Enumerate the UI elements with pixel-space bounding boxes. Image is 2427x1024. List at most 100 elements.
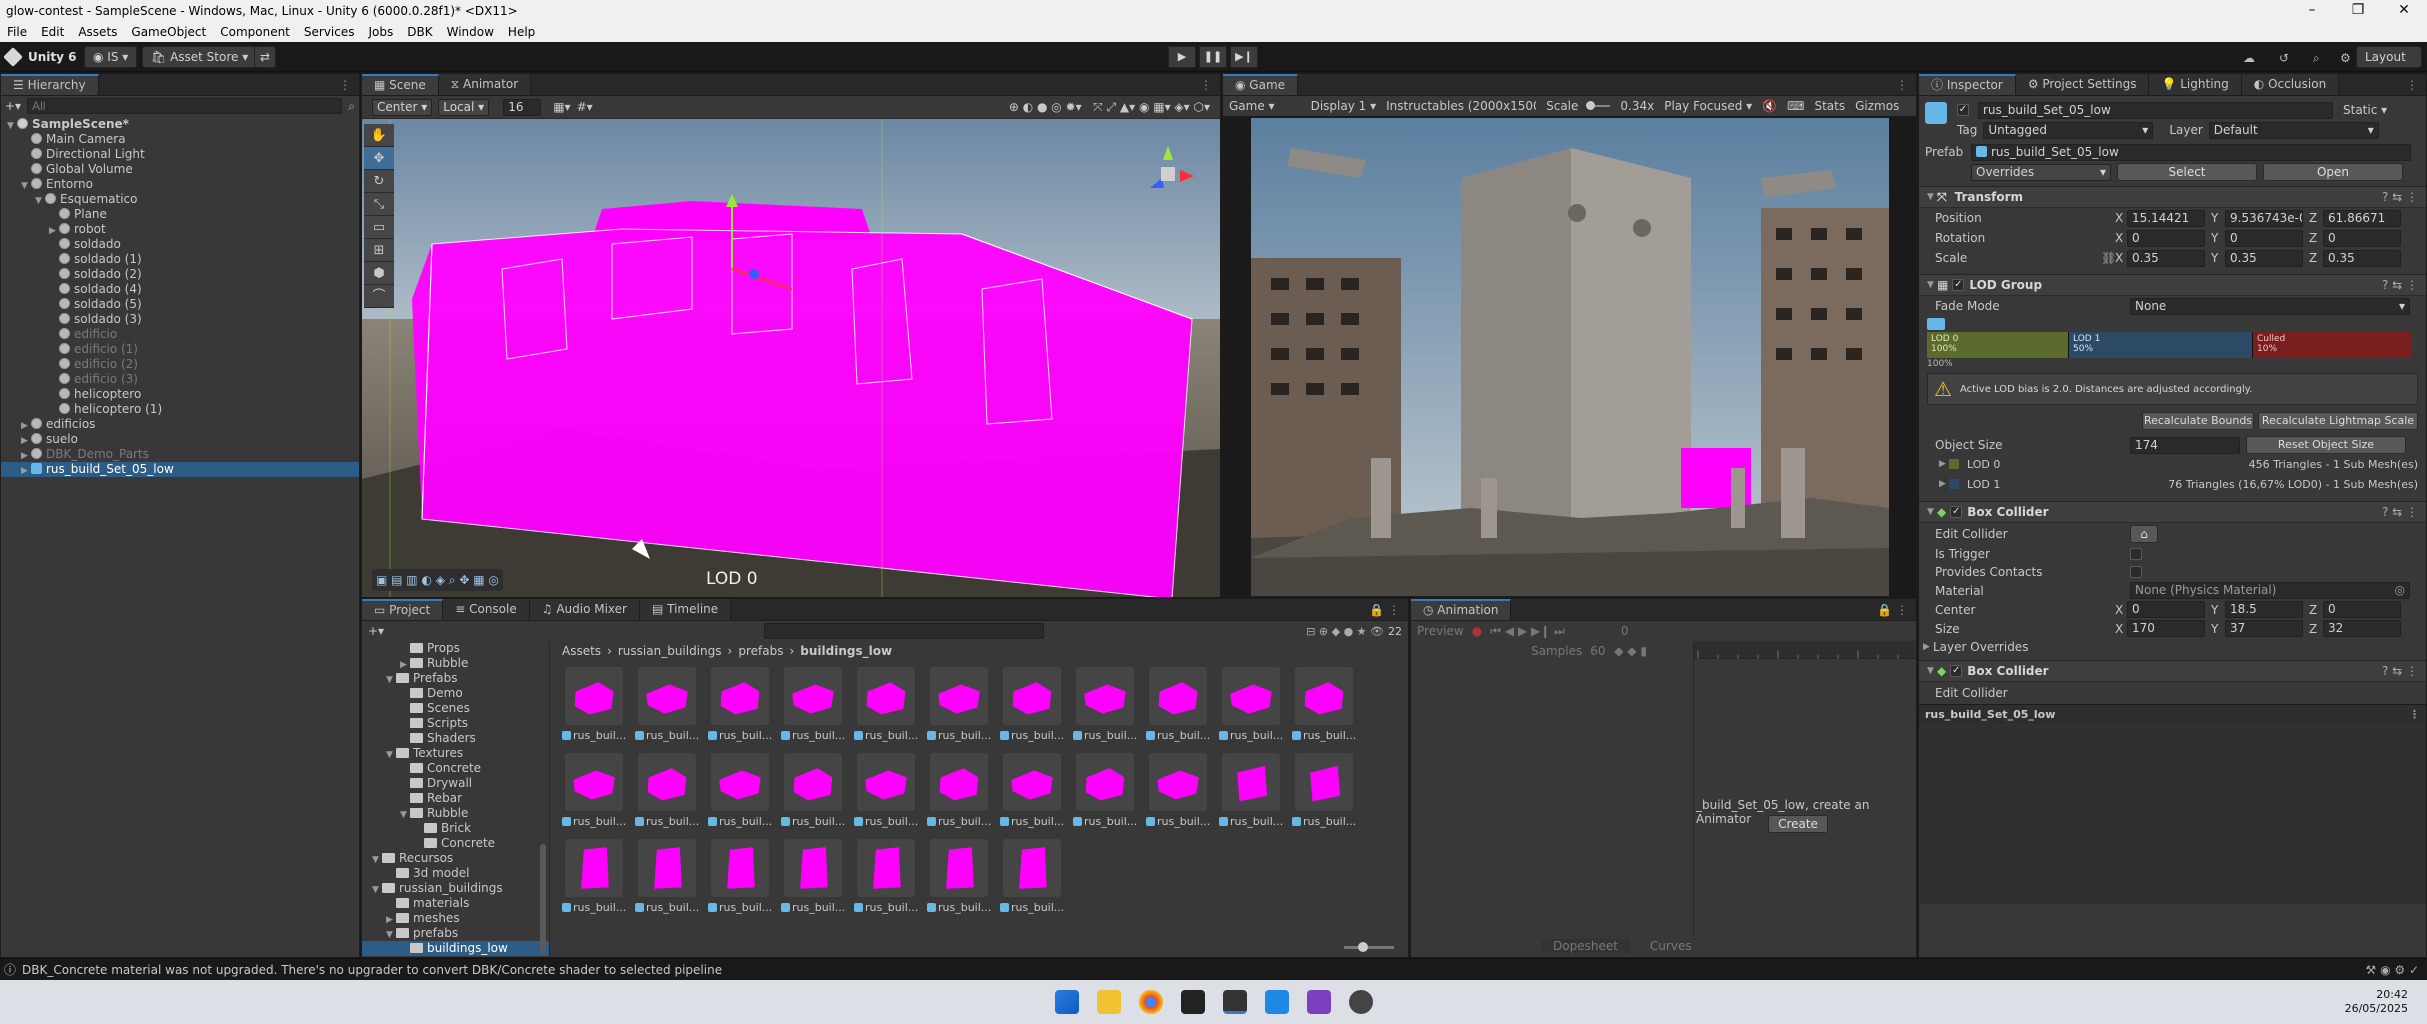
cloud-icon[interactable]: ☁ — [2243, 51, 2255, 65]
box-collider-enabled-checkbox[interactable]: ✓ — [1950, 506, 1963, 518]
play-focused-dropdown[interactable]: Play Focused ▾ — [1664, 99, 1752, 113]
layout-dropdown[interactable]: Layout ▾ — [2356, 46, 2422, 84]
status-message[interactable]: DBK_Concrete material was not upgraded. … — [22, 963, 722, 977]
folder-tree-item[interactable]: ▼ Textures — [362, 746, 549, 761]
tab-animation[interactable]: ◷ Animation — [1411, 599, 1512, 620]
asset-item[interactable]: rus_buil... — [1000, 667, 1064, 749]
view-options-icons[interactable]: ⊕ ◐ ● ◎ ✹▾ ⤧ ⤢ ▲▾ ◉ ▦▾ ◈▾ ⬡▾ — [1009, 100, 1210, 115]
gizmos-button[interactable]: Gizmos — [1855, 99, 1899, 113]
curves-button[interactable]: Curves — [1650, 939, 1692, 953]
hierarchy-item[interactable]: ▼ Entorno — [1, 177, 359, 192]
tab-hierarchy[interactable]: ☰ Hierarchy — [1, 74, 99, 95]
is-trigger-checkbox[interactable] — [2130, 548, 2142, 560]
folder-tree-item[interactable]: Props — [362, 641, 549, 656]
recalculate-lightmap-scale-button[interactable]: Recalculate Lightmap Scale — [2258, 412, 2418, 430]
paint-icon[interactable] — [1265, 990, 1289, 1014]
folder-tree-item[interactable]: Rebar — [362, 791, 549, 806]
custom-tool-icon[interactable]: ⬢ — [364, 262, 394, 285]
rotate-tool-icon[interactable]: ↻ — [364, 170, 394, 193]
menu-file[interactable]: File — [0, 22, 34, 42]
hierarchy-item[interactable]: soldado (3) — [1, 312, 359, 327]
settings-gear-icon[interactable]: ⚙ — [2340, 51, 2351, 65]
asset-item[interactable]: rus_buil... — [854, 839, 918, 921]
game-viewport[interactable] — [1251, 118, 1889, 596]
recalculate-bounds-button[interactable]: Recalculate Bounds — [2142, 412, 2254, 430]
hierarchy-item[interactable]: helicoptero (1) — [1, 402, 359, 417]
grid-visibility-icon[interactable]: #▾ — [577, 100, 593, 114]
hierarchy-item[interactable]: soldado — [1, 237, 359, 252]
position-y-field[interactable]: 9.536743e-0 — [2225, 209, 2303, 227]
start-icon[interactable] — [1055, 990, 1079, 1014]
edit-collider-button[interactable]: ⌂ — [2130, 525, 2158, 543]
asset-item[interactable]: rus_buil... — [1146, 667, 1210, 749]
foldout-arrow-icon[interactable]: ▼ — [400, 808, 410, 823]
breadcrumb-prefabs[interactable]: prefabs — [738, 644, 783, 658]
panel-menu-icon[interactable]: 🔒 ⋮ — [1877, 600, 1908, 620]
asset-item[interactable]: rus_buil... — [708, 667, 772, 749]
file-explorer-icon[interactable] — [1097, 990, 1121, 1014]
asset-item[interactable]: rus_buil... — [927, 667, 991, 749]
folder-tree-scrollbar[interactable] — [540, 844, 546, 954]
tab-audio-mixer[interactable]: ♫ Audio Mixer — [529, 599, 640, 620]
folder-tree-item[interactable]: ▼ Rubble — [362, 806, 549, 821]
panel-menu-icon[interactable]: ⋮ — [1200, 75, 1212, 95]
tab-game[interactable]: ◉ Game — [1223, 74, 1299, 95]
asset-item[interactable]: rus_buil... — [635, 667, 699, 749]
lod-bar[interactable]: LOD 0 100% LOD 1 50% Culled 10% — [1927, 332, 2411, 358]
folder-tree-item[interactable]: Scripts — [362, 716, 549, 731]
menu-gameobject[interactable]: GameObject — [124, 22, 213, 42]
search-filter-icon[interactable]: ⌕ — [348, 99, 355, 114]
overrides-dropdown[interactable]: Overrides ▾ — [1971, 163, 2111, 181]
menu-component[interactable]: Component — [213, 22, 297, 42]
space-dropdown[interactable]: Local ▾ — [438, 98, 490, 116]
add-icon[interactable]: +▾ — [5, 99, 21, 113]
account-dropdown[interactable]: ◉ IS ▾ — [84, 46, 138, 68]
tab-inspector[interactable]: ⓘ Inspector — [1919, 74, 2016, 95]
asset-item[interactable]: rus_buil... — [1000, 839, 1064, 921]
folder-tree-item[interactable]: Drywall — [362, 776, 549, 791]
material-field[interactable]: None (Physics Material) ◎ — [2130, 582, 2410, 599]
rotation-y-field[interactable]: 0 — [2225, 229, 2303, 247]
create-animator-button[interactable]: Create — [1768, 815, 1828, 833]
component-menu-icon[interactable]: ? ⇆ ⋮ — [2382, 505, 2418, 519]
play-button[interactable]: ▶ — [1168, 46, 1196, 68]
dopesheet-button[interactable]: Dopesheet — [1541, 939, 1630, 953]
frame-field[interactable]: 0 — [1621, 624, 1629, 638]
folder-tree-item[interactable]: ▼ russian_buildings — [362, 881, 549, 896]
breadcrumb-buildings-low[interactable]: buildings_low — [800, 644, 892, 658]
menu-window[interactable]: Window — [440, 22, 501, 42]
hierarchy-item[interactable]: ▶ edificios — [1, 417, 359, 432]
asset-item[interactable]: rus_buil... — [1219, 753, 1283, 835]
hierarchy-item[interactable]: ▶ DBK_Demo_Parts — [1, 447, 359, 462]
rotation-x-field[interactable]: 0 — [2127, 229, 2205, 247]
panel-menu-icon[interactable]: ⋮ — [2406, 75, 2418, 95]
asset-item[interactable]: rus_buil... — [1219, 667, 1283, 749]
grid-snap-icon[interactable]: ▦▾ — [553, 100, 570, 114]
component-menu-icon[interactable]: ? ⇆ ⋮ — [2382, 664, 2418, 678]
status-icons[interactable]: ⚒ ◉ ⚙ ✓ — [2366, 963, 2419, 977]
hierarchy-item[interactable]: edificio — [1, 327, 359, 342]
hierarchy-item[interactable]: ▶ rus_build_Set_05_low — [1, 462, 359, 477]
minimize-button[interactable]: – — [2289, 0, 2335, 22]
folder-tree-item[interactable]: ▼ prefabs — [362, 926, 549, 941]
tab-project-settings[interactable]: ⚙ Project Settings — [2015, 74, 2150, 95]
object-size-field[interactable]: 174 — [2130, 436, 2240, 454]
hierarchy-item[interactable]: soldado (5) — [1, 297, 359, 312]
lod-group-enabled-checkbox[interactable]: ✓ — [1952, 279, 1965, 291]
folder-tree-item[interactable]: Scenes — [362, 701, 549, 716]
panel-menu-icon[interactable]: 🔒 ⋮ — [1369, 600, 1400, 620]
rotation-z-field[interactable]: 0 — [2323, 229, 2401, 247]
hierarchy-item[interactable]: Global Volume — [1, 162, 359, 177]
asset-item[interactable]: rus_buil... — [562, 667, 626, 749]
hierarchy-item[interactable]: edificio (3) — [1, 372, 359, 387]
breadcrumb-russian-buildings[interactable]: russian_buildings — [618, 644, 722, 658]
hierarchy-item[interactable]: soldado (1) — [1, 252, 359, 267]
foldout-arrow-icon[interactable]: ▼ — [372, 883, 382, 898]
asset-item[interactable]: rus_buil... — [562, 839, 626, 921]
layer-dropdown[interactable]: Default ▾ — [2208, 121, 2379, 139]
scale-y-field[interactable]: 0.35 — [2225, 249, 2303, 267]
chrome-icon[interactable] — [1139, 990, 1163, 1014]
resolution-dropdown[interactable]: Instructables (2000x1500) — [1386, 99, 1536, 113]
mute-audio-icon[interactable]: 🔇 — [1762, 99, 1777, 113]
foldout-arrow-icon[interactable]: ▼ — [7, 119, 17, 134]
